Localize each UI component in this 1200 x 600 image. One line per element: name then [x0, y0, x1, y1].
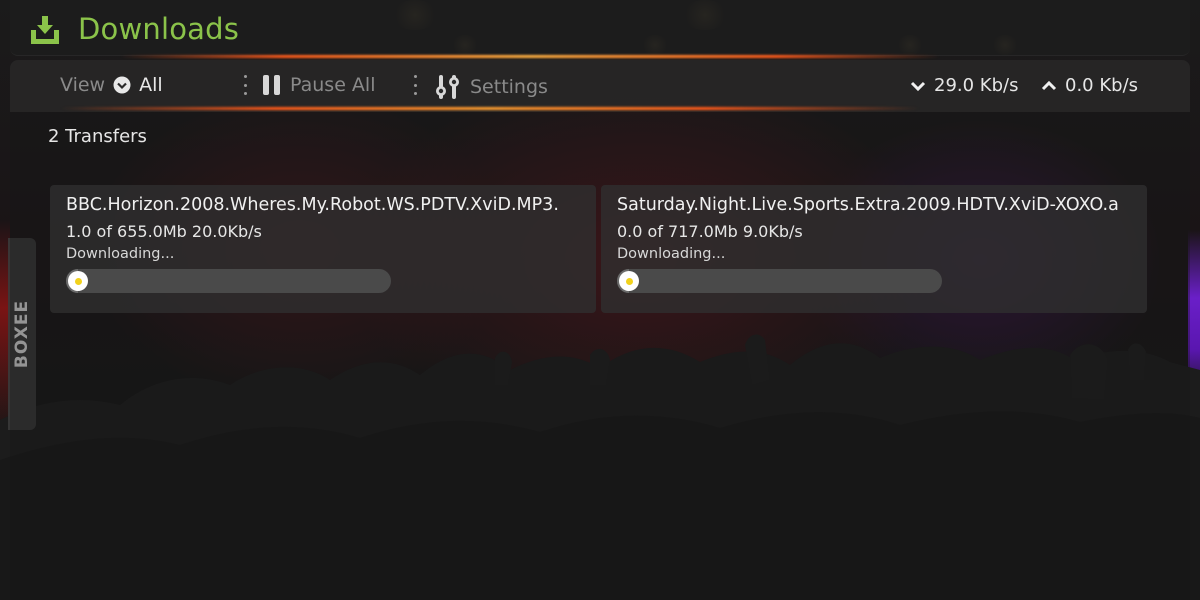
view-filter-button[interactable]: View All: [60, 74, 163, 96]
progress-knob: [619, 271, 639, 291]
settings-button[interactable]: Settings: [435, 74, 548, 100]
transfer-progress-bar: [66, 269, 391, 293]
page-title: Downloads: [78, 12, 240, 46]
settings-sliders-icon: [436, 75, 459, 99]
transfer-card[interactable]: Saturday.Night.Live.Sports.Extra.2009.HD…: [601, 185, 1147, 313]
upload-speed-value: 0.0 Kb/s: [1065, 75, 1139, 96]
transfer-card[interactable]: BBC.Horizon.2008.Wheres.My.Robot.WS.PDTV…: [50, 185, 596, 313]
header-bar: Downloads: [10, 0, 1190, 56]
pause-all-label: Pause All: [290, 74, 376, 96]
transfer-progress-text: 1.0 of 655.0Mb 20.0Kb/s: [66, 222, 262, 241]
transfer-progress-bar: [617, 269, 942, 293]
download-speed-value: 29.0 Kb/s: [934, 75, 1019, 96]
header-glow-line: [120, 55, 940, 58]
toolbar: View All Pause All Settings 29.0 Kb/s 0.…: [10, 60, 1190, 112]
pause-icon: [263, 75, 280, 95]
toolbar-separator: [413, 75, 417, 95]
transfer-status: Downloading...: [617, 246, 726, 262]
pause-all-button[interactable]: Pause All: [262, 74, 375, 96]
settings-label: Settings: [470, 76, 548, 98]
transfer-status: Downloading...: [66, 246, 175, 262]
download-tray-icon: [31, 16, 59, 44]
chevron-down-icon: [910, 81, 926, 91]
transfer-filename: Saturday.Night.Live.Sports.Extra.2009.HD…: [617, 195, 1119, 215]
toolbar-glow-line: [60, 107, 920, 110]
download-speed-indicator: 29.0 Kb/s: [910, 75, 1018, 96]
toolbar-separator: [243, 75, 247, 95]
view-label: View: [60, 74, 106, 96]
transfer-progress-text: 0.0 of 717.0Mb 9.0Kb/s: [617, 222, 803, 241]
transfers-panel: 2 Transfers BBC.Horizon.2008.Wheres.My.R…: [10, 112, 1190, 600]
transfer-filename: BBC.Horizon.2008.Wheres.My.Robot.WS.PDTV…: [66, 195, 559, 215]
transfers-count: 2 Transfers: [48, 126, 147, 147]
upload-speed-indicator: 0.0 Kb/s: [1041, 75, 1138, 96]
chevron-down-circle-icon: [113, 76, 131, 94]
view-selected-value: All: [139, 74, 163, 96]
chevron-up-icon: [1041, 80, 1057, 90]
progress-knob: [68, 271, 89, 291]
downloads-screen: BOXEE Downloads View All Pause All Setti…: [0, 0, 1200, 600]
